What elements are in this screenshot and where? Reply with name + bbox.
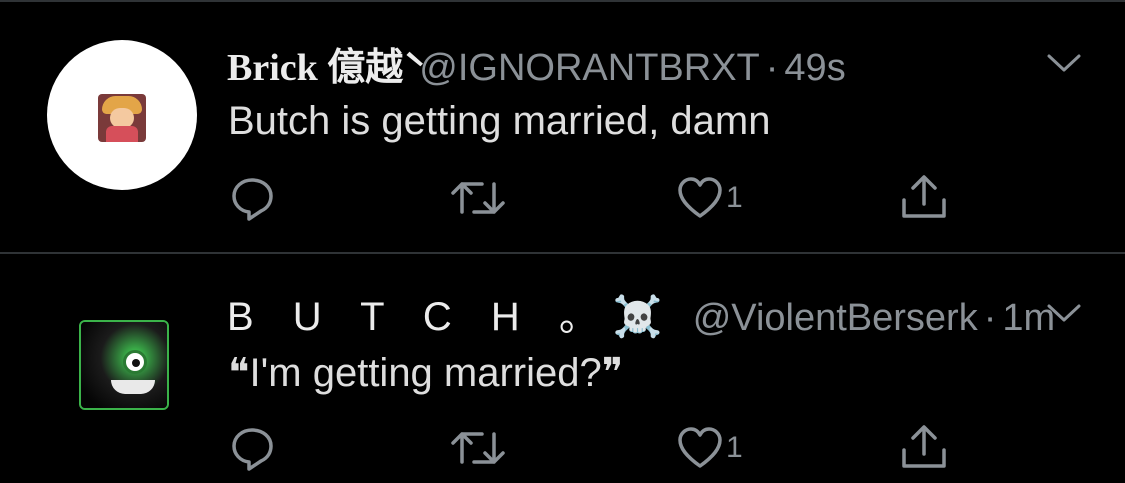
heart-icon: [678, 427, 722, 468]
tweet[interactable]: B U T C H 。☠️ @ViolentBerserk · 1m ❝I'm …: [0, 252, 1125, 483]
tweet-header: B U T C H 。☠️ @ViolentBerserk · 1m: [227, 284, 1055, 342]
reply-button[interactable]: [228, 168, 276, 228]
retweet-button[interactable]: [450, 168, 506, 228]
separator: ·: [765, 47, 779, 89]
share-icon: [902, 175, 946, 218]
user-handle[interactable]: @IGNORANTBRXT: [419, 47, 759, 90]
tweet-actions: 1: [0, 418, 1125, 478]
avatar[interactable]: [79, 320, 169, 410]
retweet-icon: [451, 182, 505, 214]
reply-button[interactable]: [228, 418, 276, 478]
avatar-eye: [123, 350, 147, 374]
separator: ·: [983, 297, 997, 339]
share-button[interactable]: [898, 418, 950, 478]
avatar-image: [98, 94, 146, 142]
like-count: 1: [726, 431, 743, 464]
like-count: 1: [726, 181, 743, 214]
share-icon: [902, 425, 946, 468]
tweet-text: Butch is getting married, damn: [228, 99, 771, 143]
retweet-button[interactable]: [450, 418, 506, 478]
like-button[interactable]: 1: [676, 168, 743, 228]
tweet-header: Brick 億越̀ @IGNORANTBRXT · 49s: [227, 36, 846, 91]
share-button[interactable]: [898, 168, 950, 228]
like-button[interactable]: 1: [676, 418, 743, 478]
retweet-icon: [451, 432, 505, 464]
chevron-down-icon[interactable]: [1046, 302, 1082, 324]
tweet-text: ❝I'm getting married?❞: [228, 351, 624, 395]
display-name[interactable]: Brick 億越̀: [227, 36, 403, 91]
timestamp[interactable]: 49s: [784, 47, 845, 90]
display-name[interactable]: B U T C H 。☠️: [227, 284, 677, 342]
tweet[interactable]: Brick 億越̀ @IGNORANTBRXT · 49s Butch is g…: [0, 0, 1125, 252]
heart-icon: [678, 177, 722, 218]
reply-icon: [232, 178, 273, 221]
reply-icon: [232, 428, 273, 471]
chevron-down-icon[interactable]: [1046, 52, 1082, 74]
tweet-actions: 1: [0, 168, 1125, 228]
user-handle[interactable]: @ViolentBerserk: [693, 297, 978, 340]
